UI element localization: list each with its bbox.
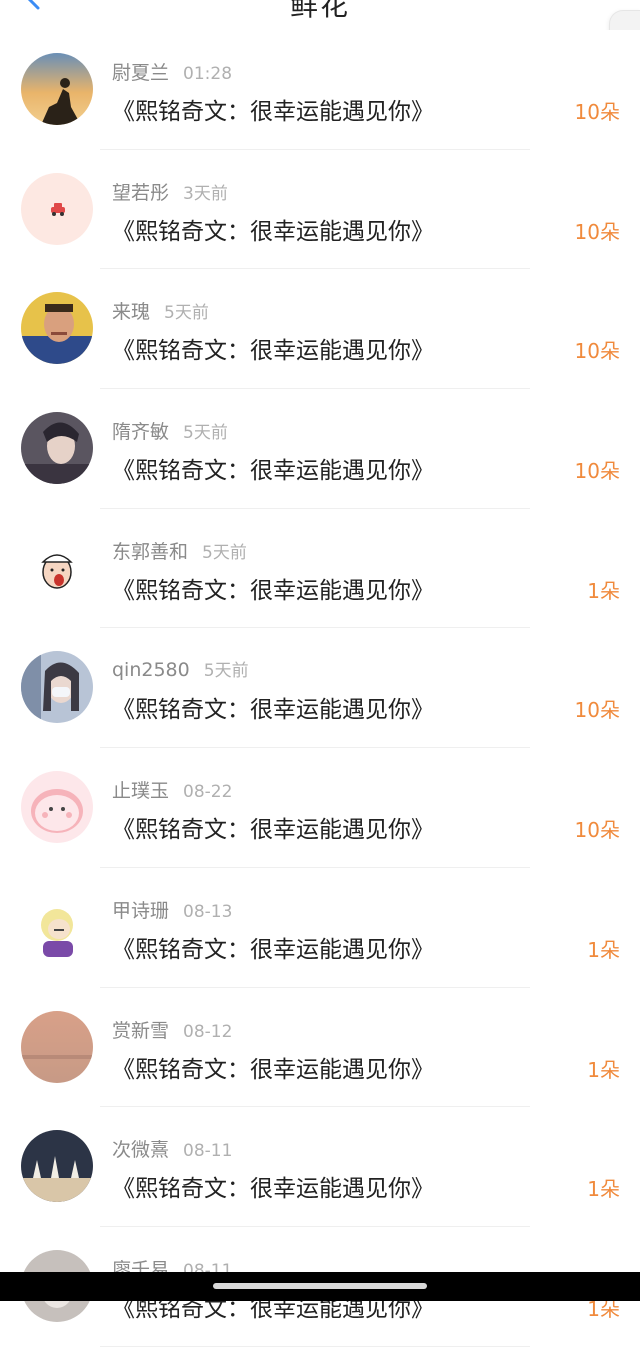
avatar[interactable] <box>21 531 93 604</box>
timestamp: 5天前 <box>164 303 209 324</box>
user-name[interactable]: 次微熹 <box>112 1139 169 1161</box>
gift-title[interactable]: 《熙铭奇文：很幸运能遇见你》 <box>112 571 434 605</box>
user-meta: 尉夏兰 01:28 <box>112 58 232 85</box>
user-meta: 甲诗珊 08-13 <box>112 896 232 923</box>
timestamp: 5天前 <box>203 661 249 682</box>
user-name[interactable]: 隋齐敏 <box>112 421 169 443</box>
avatar[interactable] <box>21 771 93 844</box>
user-meta: 望若彤 3天前 <box>112 178 228 205</box>
gift-title[interactable]: 《熙铭奇文：很幸运能遇见你》 <box>112 1050 434 1084</box>
timestamp: 08-12 <box>183 1021 233 1042</box>
user-name[interactable]: 赏新雪 <box>112 1020 169 1042</box>
gift-title[interactable]: 《熙铭奇文：很幸运能遇见你》 <box>112 451 434 485</box>
avatar[interactable] <box>21 651 93 724</box>
user-meta: 次微熹 08-11 <box>112 1135 232 1162</box>
system-home-bar <box>0 1272 640 1301</box>
timestamp: 08-13 <box>183 901 233 922</box>
flower-count: 10朵 <box>574 459 620 484</box>
gift-title[interactable]: 《熙铭奇文：很幸运能遇见你》 <box>112 331 434 365</box>
timestamp: 01:28 <box>183 64 233 84</box>
user-name[interactable]: 望若彤 <box>112 182 169 204</box>
list-item[interactable]: 次微熹 08-11 《熙铭奇文：很幸运能遇见你》 1朵 <box>0 1107 640 1227</box>
timestamp: 3天前 <box>183 183 228 204</box>
user-meta: 赏新雪 08-12 <box>112 1016 232 1043</box>
list-item[interactable]: 望若彤 3天前《熙铭奇文：很幸运能遇见你》 10朵 <box>0 149 640 270</box>
flower-count: 1朵 <box>587 578 620 603</box>
avatar[interactable] <box>21 412 93 485</box>
flower-count: 1朵 <box>587 937 620 962</box>
flower-count: 10朵 <box>574 339 620 364</box>
top-bar: 鲜花 <box>0 0 640 31</box>
user-meta: 来瑰 5天前 <box>112 297 209 324</box>
gift-title[interactable]: 《熙铭奇文：很幸运能遇见你》 <box>112 690 434 724</box>
list-item[interactable]: 赏新雪 08-12 《熙铭奇文：很幸运能遇见你》 1朵 <box>0 987 640 1108</box>
avatar[interactable] <box>21 53 93 125</box>
list-item[interactable]: qin2580 5天前《熙铭奇文：很幸运能遇见你》 10朵 <box>0 628 640 749</box>
list-item[interactable]: 来瑰 5天前《熙铭奇文：很幸运能遇见你》 10朵 <box>0 269 640 390</box>
user-meta: 隋齐敏 5天前 <box>112 417 228 444</box>
gift-title[interactable]: 《熙铭奇文：很幸运能遇见你》 <box>112 1169 434 1203</box>
avatar[interactable] <box>21 890 93 963</box>
user-name[interactable]: qin2580 <box>112 659 190 681</box>
avatar[interactable] <box>21 1010 93 1083</box>
timestamp: 5天前 <box>202 542 247 563</box>
user-meta: qin2580 5天前 <box>112 656 249 681</box>
user-name[interactable]: 来瑰 <box>112 301 150 323</box>
list-item[interactable]: 止璞玉 08-22 《熙铭奇文：很幸运能遇见你》 10朵 <box>0 748 640 868</box>
list-item[interactable]: 甲诗珊 08-13 《熙铭奇文：很幸运能遇见你》 1朵 <box>0 867 640 988</box>
list-item[interactable]: 尉夏兰 01:28 《熙铭奇文：很幸运能遇见你》 10朵 <box>0 30 640 150</box>
flower-count: 10朵 <box>574 219 620 244</box>
avatar[interactable] <box>21 292 93 365</box>
timestamp: 08-11 <box>183 1141 233 1162</box>
user-meta: 东郭善和 5天前 <box>112 537 247 564</box>
page-title: 鲜花 <box>289 0 350 22</box>
user-name[interactable]: 东郭善和 <box>112 541 188 563</box>
flower-count: 1朵 <box>587 1057 620 1082</box>
gift-title[interactable]: 《熙铭奇文：很幸运能遇见你》 <box>112 212 434 246</box>
user-meta: 止璞玉 08-22 <box>112 776 232 803</box>
list-item[interactable]: 东郭善和 5天前《熙铭奇文：很幸运能遇见你》 1朵 <box>0 508 640 629</box>
user-name[interactable]: 尉夏兰 <box>112 62 169 84</box>
list-item[interactable]: 隋齐敏 5天前《熙铭奇文：很幸运能遇见你》 10朵 <box>0 389 640 509</box>
flower-gift-list: 尉夏兰 01:28 《熙铭奇文：很幸运能遇见你》 10朵 望若彤 3天前 《熙铭奇文：很幸运… <box>0 30 640 1347</box>
flower-count: 10朵 <box>574 698 620 723</box>
user-name[interactable]: 甲诗珊 <box>112 900 169 922</box>
gift-title[interactable]: 《熙铭奇文：很幸运能遇见你》 <box>112 930 434 964</box>
avatar[interactable] <box>21 172 93 245</box>
timestamp: 5天前 <box>183 423 228 444</box>
gift-title[interactable]: 《熙铭奇文：很幸运能遇见你》 <box>112 810 434 844</box>
avatar[interactable] <box>21 1130 93 1203</box>
flower-count: 10朵 <box>574 818 620 843</box>
divider <box>100 1345 530 1347</box>
gift-title[interactable]: 《熙铭奇文：很幸运能遇见你》 <box>112 92 434 126</box>
flower-count: 10朵 <box>574 100 620 124</box>
home-indicator[interactable] <box>213 1283 427 1289</box>
timestamp: 08-22 <box>183 782 233 803</box>
user-name[interactable]: 止璞玉 <box>112 780 169 802</box>
flower-count: 1朵 <box>587 1177 620 1202</box>
